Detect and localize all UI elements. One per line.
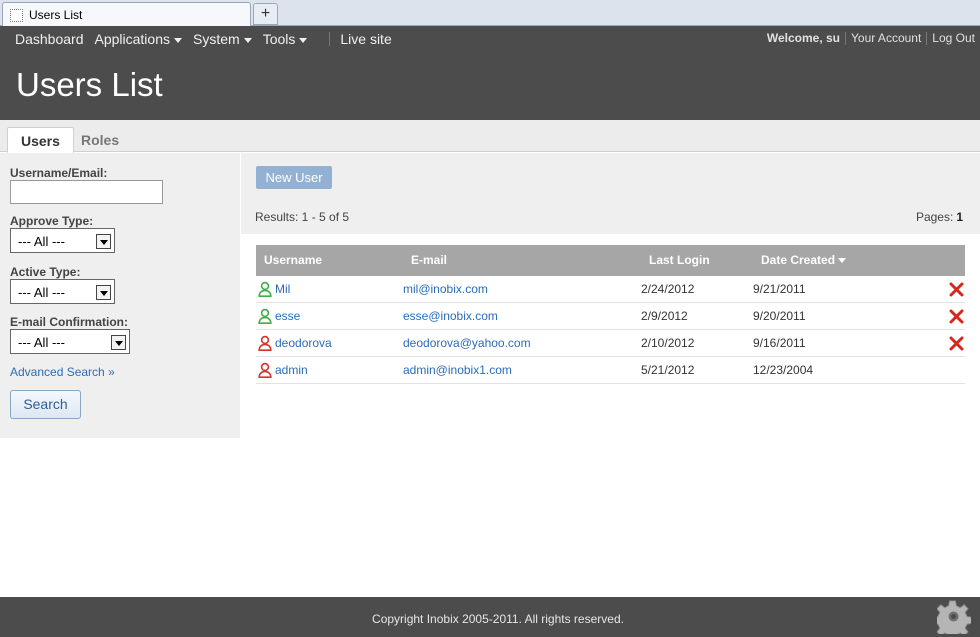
username-link[interactable]: admin [275,363,308,377]
column-header-date-created[interactable]: Date Created [761,253,847,267]
nav-dashboard[interactable]: Dashboard [15,31,84,47]
nav-divider [329,32,331,46]
active-type-value: --- All --- [18,285,65,300]
chevron-down-icon [174,37,182,43]
your-account-link[interactable]: Your Account [851,31,921,45]
inactive-user-icon [258,335,272,351]
approve-type-select[interactable]: --- All --- [10,228,115,253]
approve-type-value: --- All --- [18,234,65,249]
users-table: Username E-mail Last Login Date Created … [256,245,965,384]
page-number-1[interactable]: 1 [956,210,963,224]
chevron-down-icon [299,37,308,43]
date-created-label: Date Created [761,253,836,267]
delete-icon[interactable] [949,282,964,297]
main-toolbar: New User Results: 1 - 5 of 5 Pages: 1 [241,153,980,234]
nav-system[interactable]: System [193,31,252,47]
nav-applications-label: Applications [94,31,171,47]
tab-users[interactable]: Users [7,127,74,153]
user-nav-divider [845,31,847,45]
results-count: Results: 1 - 5 of 5 [255,210,350,224]
page-icon [10,9,23,22]
footer: Copyright Inobix 2005-2011. All rights r… [0,597,980,637]
pagination: Pages: 1 [916,210,963,224]
nav-dashboard-label: Dashboard [15,31,84,47]
column-header-email[interactable]: E-mail [411,253,447,267]
email-confirmation-value: --- All --- [18,335,65,350]
table-row: deodorova deodorova@yahoo.com 2/10/2012 9/1… [256,330,965,357]
nav-live-site[interactable]: Live site [340,31,391,47]
table-row: esse esse@inobix.com 2/9/2012 9/20/2011 [256,303,965,330]
date-created-cell: 9/20/2011 [753,309,806,323]
filter-sidebar: Username/Email: Approve Type: --- All --… [0,153,240,438]
delete-icon[interactable] [949,336,964,351]
approve-type-label: Approve Type: [10,214,94,228]
nav-tools[interactable]: Tools [263,31,308,47]
search-button[interactable]: Search [10,390,81,419]
nav-system-label: System [193,31,240,47]
active-type-label: Active Type: [10,265,81,279]
last-login-cell: 2/9/2012 [641,309,688,323]
top-navigation: Dashboard Applications System Tools Live… [15,31,403,47]
active-type-select[interactable]: --- All --- [10,279,115,304]
email-link[interactable]: deodorova@yahoo.com [403,336,531,350]
app-header: Dashboard Applications System Tools Live… [0,26,980,120]
browser-tab[interactable]: Users List [2,2,251,26]
copyright-text: Copyright Inobix 2005-2011. All rights r… [372,612,624,626]
logout-link[interactable]: Log Out [932,31,975,45]
table-row: admin admin@inobix1.com 5/21/2012 12/23/200… [256,357,965,384]
table-header: Username E-mail Last Login Date Created [256,245,965,276]
active-user-icon [258,308,272,324]
email-link[interactable]: admin@inobix1.com [403,363,512,377]
pages-label: Pages: [915,210,954,224]
section-tabs: Users Roles [0,120,980,153]
email-link[interactable]: esse@inobix.com [403,309,498,323]
advanced-search-link[interactable]: Advanced Search » [10,365,115,379]
email-confirmation-label: E-mail Confirmation: [10,315,129,329]
nav-applications[interactable]: Applications [94,31,182,47]
browser-tab-strip: Users List + [0,0,980,26]
browser-tab-title: Users List [29,8,83,22]
last-login-cell: 5/21/2012 [641,363,695,377]
last-login-cell: 2/24/2012 [641,282,695,296]
new-user-button[interactable]: New User [256,166,332,189]
nav-tools-label: Tools [262,31,296,47]
sort-descending-icon [838,258,847,264]
inactive-user-icon [258,362,272,378]
page-title: Users List [16,66,163,103]
dropdown-arrow-icon [111,335,126,350]
date-created-cell: 9/21/2011 [753,282,806,296]
column-header-last-login[interactable]: Last Login [649,253,710,267]
tab-roles[interactable]: Roles [68,127,132,153]
dropdown-arrow-icon [96,285,111,300]
user-nav-divider [926,31,928,45]
dropdown-arrow-icon [96,234,111,249]
welcome-text: Welcome, su [766,31,841,45]
column-header-username[interactable]: Username [264,253,322,267]
username-link[interactable]: deodorova [275,336,332,350]
username-email-label: Username/Email: [10,166,108,180]
table-row: Mil mil@inobix.com 2/24/2012 9/21/2011 [256,276,965,303]
chevron-down-icon [243,37,252,43]
username-link[interactable]: Mil [275,282,290,296]
username-link[interactable]: esse [275,309,300,323]
delete-icon[interactable] [949,309,964,324]
username-email-input[interactable] [10,180,163,204]
active-user-icon [258,281,272,297]
user-navigation: Welcome, su Your Account Log Out [767,31,975,45]
gear-icon[interactable] [937,600,971,634]
email-confirmation-select[interactable]: --- All --- [10,329,130,354]
table-body: Mil mil@inobix.com 2/24/2012 9/21/2011 esse e… [256,276,965,384]
date-created-cell: 9/16/2011 [753,336,806,350]
date-created-cell: 12/23/2004 [753,363,814,377]
email-link[interactable]: mil@inobix.com [403,282,488,296]
new-tab-button[interactable]: + [253,3,278,25]
last-login-cell: 2/10/2012 [641,336,695,350]
